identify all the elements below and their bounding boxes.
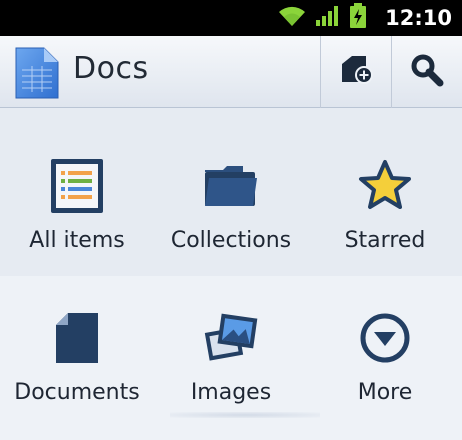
images-icon [199, 306, 263, 370]
status-time: 12:10 [385, 6, 452, 30]
status-bar: 12:10 [0, 0, 462, 36]
grid-row: All items Collections Starred [0, 108, 462, 276]
battery-charging-icon [349, 3, 367, 33]
document-icon [45, 306, 109, 370]
more-dropdown-icon [353, 306, 417, 370]
dashboard-grid: All items Collections Starred Documents … [0, 108, 462, 440]
list-icon [45, 154, 109, 218]
collections-label: Collections [170, 228, 292, 253]
folder-icon [199, 154, 263, 218]
new-document-button[interactable] [321, 36, 391, 108]
all-items-label: All items [29, 228, 125, 253]
documents-tile[interactable]: Documents [0, 276, 154, 440]
search-button[interactable] [392, 36, 462, 108]
search-icon [410, 53, 444, 91]
signal-icon [315, 4, 341, 32]
starred-tile[interactable]: Starred [308, 108, 462, 276]
action-bar: Docs [0, 36, 462, 108]
star-icon [353, 154, 417, 218]
new-document-icon [338, 52, 374, 92]
starred-label: Starred [344, 228, 426, 253]
wifi-icon [277, 4, 307, 32]
all-items-tile[interactable]: All items [0, 108, 154, 276]
documents-label: Documents [14, 380, 140, 405]
docs-logo-icon[interactable] [12, 46, 62, 100]
app-title: Docs [73, 51, 149, 86]
more-tile[interactable]: More [308, 276, 462, 440]
focus-glow [170, 412, 320, 418]
collections-tile[interactable]: Collections [154, 108, 308, 276]
images-label: Images [190, 380, 272, 405]
more-label: More [357, 380, 413, 405]
